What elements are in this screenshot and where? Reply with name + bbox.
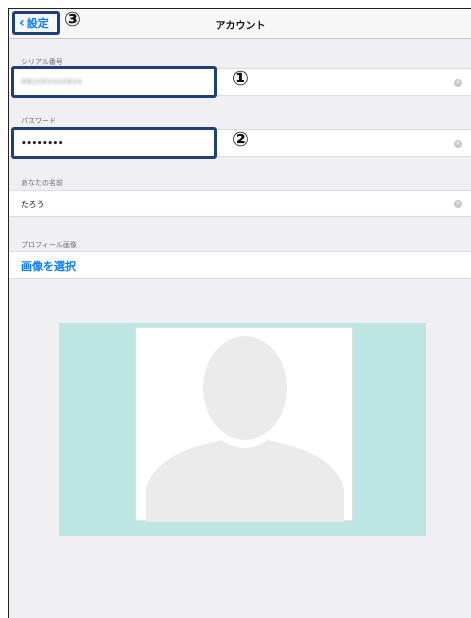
clear-circle-icon[interactable]: × xyxy=(454,79,462,87)
serial-number-highlight xyxy=(11,66,217,98)
profile-image-preview xyxy=(59,323,426,536)
clear-circle-icon[interactable]: × xyxy=(454,140,462,148)
name-row[interactable]: たろう × xyxy=(9,190,471,217)
password-label: パスワード xyxy=(21,117,56,125)
profile-image-label: プロフィール画像 xyxy=(21,241,77,249)
select-image-button[interactable]: 画像を選択 xyxy=(21,258,76,274)
name-label: あなたの名前 xyxy=(21,179,63,187)
callout-two: ② xyxy=(232,127,249,151)
name-field[interactable]: たろう xyxy=(21,199,45,210)
select-image-row[interactable]: 画像を選択 xyxy=(9,251,471,279)
settings-screen: ‹ 設定 アカウント シリアル番号 MB20K0400834 × パスワード •… xyxy=(8,8,471,618)
callout-three: ③ xyxy=(64,7,81,31)
avatar xyxy=(135,327,353,522)
person-silhouette-icon xyxy=(146,336,344,522)
clear-circle-icon[interactable]: × xyxy=(454,200,462,208)
password-highlight xyxy=(11,127,217,159)
callout-one: ① xyxy=(232,66,249,90)
